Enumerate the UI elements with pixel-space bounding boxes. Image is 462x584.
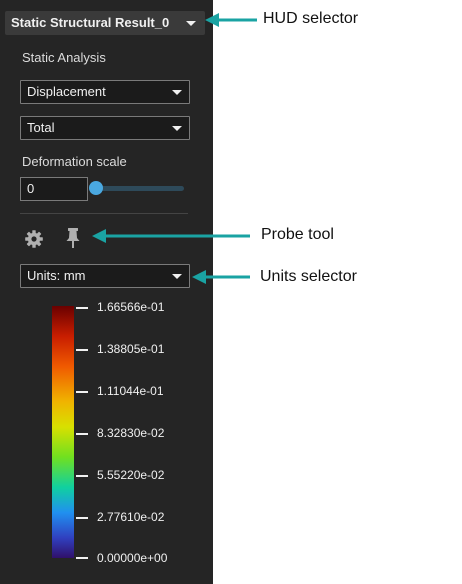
legend-label-max: 1.66566e-01: [97, 300, 165, 314]
chevron-down-icon: [172, 126, 182, 131]
legend-tick: [76, 391, 88, 393]
legend-tick: [76, 475, 88, 477]
legend-tick: [76, 349, 88, 351]
deformation-slider-track[interactable]: [96, 186, 184, 191]
analysis-title: Static Analysis: [22, 50, 106, 65]
result-type-value: Displacement: [27, 84, 106, 99]
legend-label: 5.55220e-02: [97, 468, 165, 482]
component-value: Total: [27, 120, 55, 135]
deformation-scale-label: Deformation scale: [22, 154, 127, 169]
legend-tick: [76, 557, 88, 559]
hud-selector-label: Static Structural Result_0: [11, 15, 170, 30]
legend-tick: [76, 517, 88, 519]
legend-label: 1.38805e-01: [97, 342, 165, 356]
legend-label: 1.11044e-01: [97, 384, 164, 398]
pin-icon[interactable]: [64, 227, 82, 249]
units-value: Units: mm: [27, 268, 86, 283]
component-dropdown[interactable]: Total: [20, 116, 190, 140]
arrow-left-icon: [92, 229, 250, 243]
chevron-down-icon: [172, 274, 182, 279]
chevron-down-icon: [186, 21, 196, 26]
legend-label-min: 0.00000e+00: [97, 551, 168, 565]
legend-tick: [76, 307, 88, 309]
result-panel: Static Structural Result_0 Static Analys…: [0, 0, 213, 584]
chevron-down-icon: [172, 90, 182, 95]
arrow-left-icon: [192, 270, 250, 284]
callout-probe-tool: Probe tool: [261, 226, 334, 243]
divider: [20, 213, 188, 214]
deformation-scale-input[interactable]: 0: [20, 177, 88, 201]
hud-selector[interactable]: Static Structural Result_0: [5, 11, 205, 35]
deformation-slider-thumb[interactable]: [89, 181, 103, 195]
callout-units-selector: Units selector: [260, 268, 357, 285]
legend-tick: [76, 433, 88, 435]
color-legend-bar: [52, 306, 74, 558]
deformation-scale-value: 0: [27, 181, 35, 196]
callout-hud-selector: HUD selector: [263, 10, 359, 27]
legend-label: 8.32830e-02: [97, 426, 165, 440]
legend-label: 2.77610e-02: [97, 510, 165, 524]
result-type-dropdown[interactable]: Displacement: [20, 80, 190, 104]
gear-icon[interactable]: [24, 229, 44, 249]
arrow-left-icon: [205, 13, 257, 27]
units-dropdown[interactable]: Units: mm: [20, 264, 190, 288]
